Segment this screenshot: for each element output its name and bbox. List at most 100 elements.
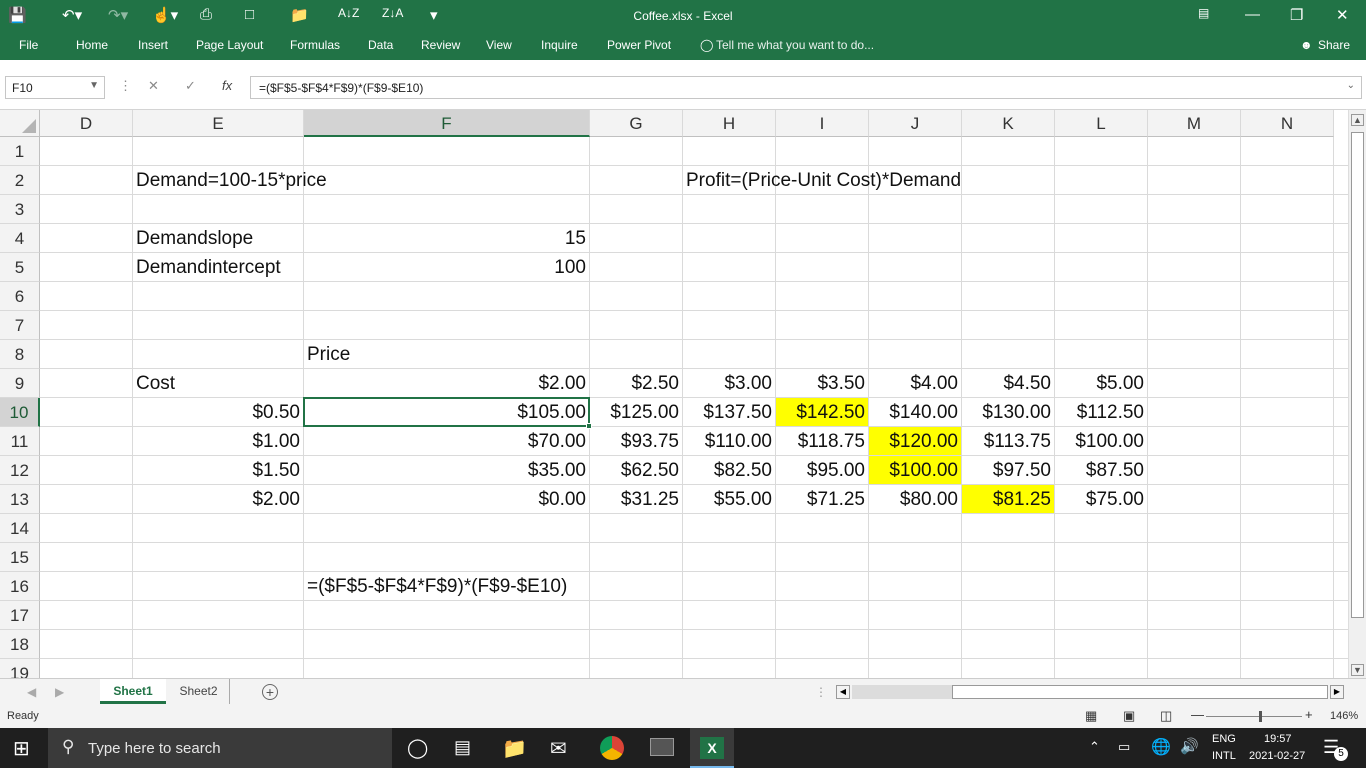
cell-k13[interactable]: $81.25 <box>962 485 1054 513</box>
zoom-in-icon[interactable]: + <box>1305 707 1313 722</box>
cell-j13[interactable]: $80.00 <box>869 485 961 513</box>
row-header-1[interactable]: 1 <box>0 137 40 166</box>
prev-sheet-icon[interactable]: ◀ <box>27 685 36 699</box>
chrome-icon[interactable] <box>600 736 624 760</box>
excel-taskbar-button[interactable]: X <box>690 728 734 768</box>
clock-date[interactable]: 2021-02-27 <box>1249 750 1305 762</box>
sheet-tab-sheet1[interactable]: Sheet1 <box>100 679 166 704</box>
scroll-down-icon[interactable]: ▼ <box>1351 664 1364 676</box>
cell-f8[interactable]: Price <box>304 340 353 368</box>
tab-page-layout[interactable]: Page Layout <box>196 38 263 52</box>
column-header-d[interactable]: D <box>40 110 133 137</box>
row-header-18[interactable]: 18 <box>0 630 40 659</box>
cell-i11[interactable]: $118.75 <box>776 427 868 455</box>
cell-j9[interactable]: $4.00 <box>869 369 961 397</box>
row-header-19[interactable]: 19 <box>0 659 40 678</box>
volume-icon[interactable]: 🔊 <box>1180 737 1199 755</box>
cell-h13[interactable]: $55.00 <box>683 485 775 513</box>
cell-k10[interactable]: $130.00 <box>962 398 1054 426</box>
horizontal-scrollbar[interactable] <box>852 685 1328 699</box>
tab-file[interactable]: File <box>19 38 38 52</box>
column-header-j[interactable]: J <box>869 110 962 137</box>
zoom-out-icon[interactable]: — <box>1191 707 1204 722</box>
language-indicator-2[interactable]: INTL <box>1212 750 1236 762</box>
file-explorer-icon[interactable]: 📁 <box>502 736 527 761</box>
cell-l13[interactable]: $75.00 <box>1055 485 1147 513</box>
cell-f11[interactable]: $70.00 <box>304 427 589 455</box>
terminal-icon[interactable] <box>650 738 674 756</box>
cell-e13[interactable]: $2.00 <box>133 485 303 513</box>
show-hidden-icons-icon[interactable]: ⌃ <box>1089 739 1100 755</box>
cell-j10[interactable]: $140.00 <box>869 398 961 426</box>
formula-input[interactable]: =($F$5-$F$4*F$9)*(F$9-$E10) ⌄ <box>250 76 1362 99</box>
insert-function-icon[interactable]: fx <box>222 78 232 93</box>
cell-g10[interactable]: $125.00 <box>590 398 682 426</box>
column-header-n[interactable]: N <box>1241 110 1334 137</box>
cell-g9[interactable]: $2.50 <box>590 369 682 397</box>
cell-i9[interactable]: $3.50 <box>776 369 868 397</box>
normal-view-icon[interactable]: ▦ <box>1085 708 1097 724</box>
column-header-g[interactable]: G <box>590 110 683 137</box>
cortana-icon[interactable]: ◯ <box>407 737 428 760</box>
zoom-slider[interactable] <box>1206 716 1302 717</box>
close-button[interactable]: ✕ <box>1336 6 1349 24</box>
tab-splitter-icon[interactable]: ⋮ <box>815 685 827 699</box>
cell-h2[interactable]: Profit=(Price-Unit Cost)*Demand <box>683 166 964 194</box>
cell-h12[interactable]: $82.50 <box>683 456 775 484</box>
language-indicator[interactable]: ENG <box>1212 733 1236 745</box>
zoom-level[interactable]: 146% <box>1330 710 1358 722</box>
cancel-icon[interactable]: ✕ <box>148 78 159 94</box>
cell-j11[interactable]: $120.00 <box>869 427 961 455</box>
cell-e9[interactable]: Cost <box>133 369 178 397</box>
tab-inquire[interactable]: Inquire <box>541 38 578 52</box>
cell-g13[interactable]: $31.25 <box>590 485 682 513</box>
row-header-14[interactable]: 14 <box>0 514 40 543</box>
enter-icon[interactable]: ✓ <box>185 78 196 94</box>
cell-g11[interactable]: $93.75 <box>590 427 682 455</box>
windows-start-icon[interactable]: ⊞ <box>13 736 30 761</box>
cell-e2[interactable]: Demand=100-15*price <box>133 166 330 194</box>
cell-l11[interactable]: $100.00 <box>1055 427 1147 455</box>
row-header-10[interactable]: 10 <box>0 398 40 427</box>
row-header-13[interactable]: 13 <box>0 485 40 514</box>
share-icon[interactable]: ☻ <box>1300 38 1313 52</box>
next-sheet-icon[interactable]: ▶ <box>55 685 64 699</box>
row-header-11[interactable]: 11 <box>0 427 40 456</box>
tab-power-pivot[interactable]: Power Pivot <box>607 38 671 52</box>
row-header-5[interactable]: 5 <box>0 253 40 282</box>
cell-l9[interactable]: $5.00 <box>1055 369 1147 397</box>
sheet-tab-sheet2[interactable]: Sheet2 <box>168 679 230 704</box>
row-header-7[interactable]: 7 <box>0 311 40 340</box>
cell-f5[interactable]: 100 <box>304 253 589 281</box>
row-header-6[interactable]: 6 <box>0 282 40 311</box>
column-header-k[interactable]: K <box>962 110 1055 137</box>
cell-l10[interactable]: $112.50 <box>1055 398 1147 426</box>
row-header-8[interactable]: 8 <box>0 340 40 369</box>
tab-formulas[interactable]: Formulas <box>290 38 340 52</box>
cell-e10[interactable]: $0.50 <box>133 398 303 426</box>
tab-insert[interactable]: Insert <box>138 38 168 52</box>
cell-h9[interactable]: $3.00 <box>683 369 775 397</box>
zoom-slider-thumb[interactable] <box>1259 711 1262 722</box>
hscroll-thumb[interactable] <box>952 685 1328 699</box>
tab-review[interactable]: Review <box>421 38 460 52</box>
cell-f13[interactable]: $0.00 <box>304 485 589 513</box>
row-header-3[interactable]: 3 <box>0 195 40 224</box>
ribbon-display-icon[interactable]: ▤ <box>1198 6 1209 20</box>
tell-me-box[interactable]: Tell me what you want to do... <box>716 38 874 52</box>
tab-view[interactable]: View <box>486 38 512 52</box>
add-sheet-icon[interactable]: + <box>262 684 278 700</box>
vertical-scrollbar[interactable]: ▲ ▼ <box>1348 110 1366 678</box>
share-button[interactable]: Share <box>1318 38 1350 52</box>
worksheet-grid[interactable]: D E F G H I J K L M N 1 2 3 4 5 6 7 8 9 10 11 12 13 14 15 16 17 18 19… <box>0 110 1348 678</box>
row-header-4[interactable]: 4 <box>0 224 40 253</box>
taskbar-search[interactable]: ⚲ Type here to search <box>48 728 392 768</box>
chevron-down-icon[interactable]: ▼ <box>89 80 99 91</box>
cell-f16[interactable]: =($F$5-$F$4*F$9)*(F$9-$E10) <box>304 572 570 600</box>
row-header-9[interactable]: 9 <box>0 369 40 398</box>
row-header-2[interactable]: 2 <box>0 166 40 195</box>
network-icon[interactable]: 🌐 <box>1151 737 1171 757</box>
cell-k11[interactable]: $113.75 <box>962 427 1054 455</box>
hscroll-left-icon[interactable]: ◀ <box>836 685 850 699</box>
scroll-up-icon[interactable]: ▲ <box>1351 114 1364 126</box>
